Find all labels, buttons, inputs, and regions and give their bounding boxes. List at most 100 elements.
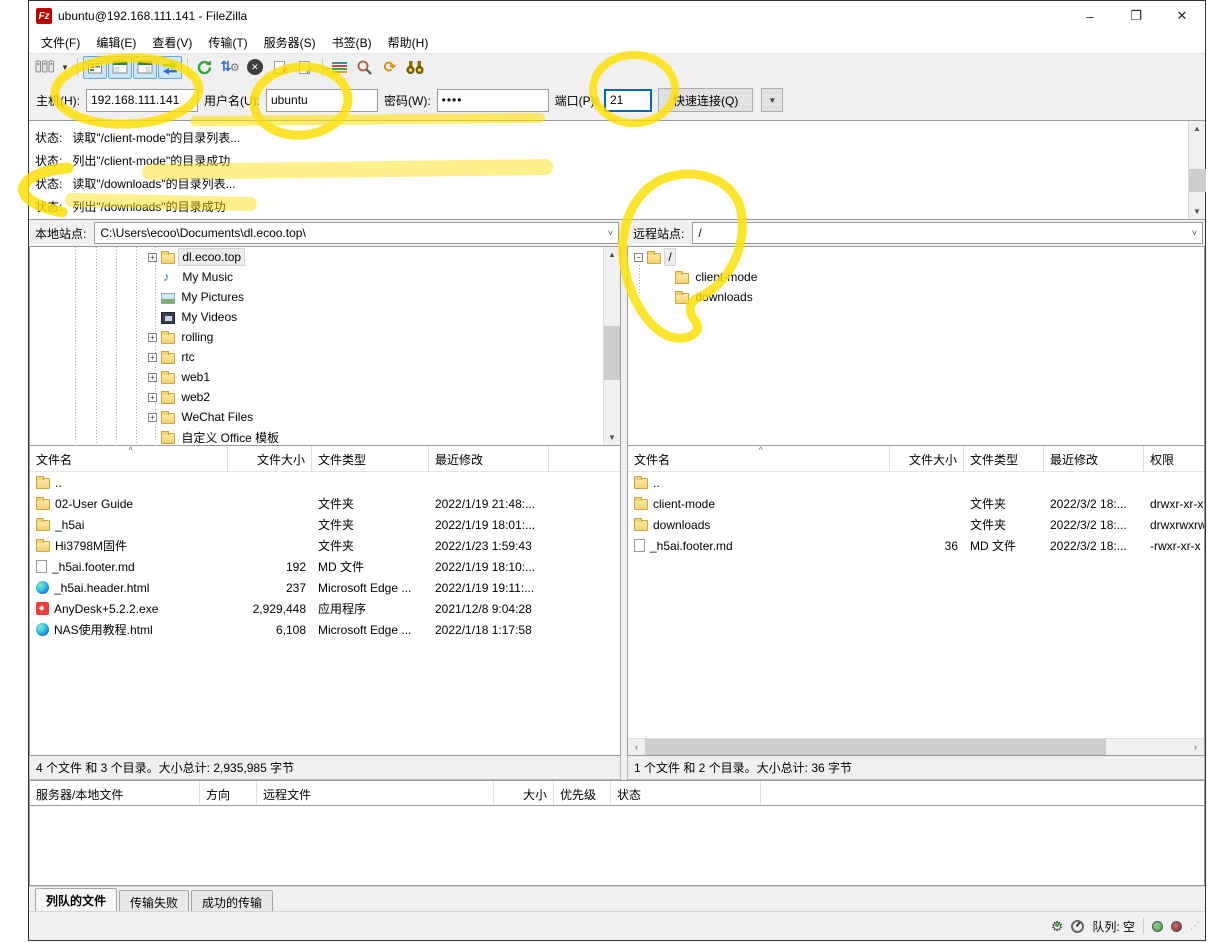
process-queue-icon[interactable]: ⇅⚙ — [218, 56, 242, 79]
remote-tree-item[interactable]: − / — [628, 247, 1204, 267]
tree-expander-icon[interactable]: − — [634, 253, 643, 262]
file-row[interactable]: NAS使用教程.html 6,108 Microsoft Edge ... 20… — [30, 619, 620, 640]
local-tree-item[interactable]: + web1 — [30, 367, 620, 387]
tree-expander-icon[interactable]: + — [148, 333, 157, 342]
file-row[interactable]: _h5ai.footer.md 192 MD 文件 2022/1/19 18:1… — [30, 556, 620, 577]
column-header-filetype[interactable]: 文件类型 — [312, 446, 429, 471]
queue-tab[interactable]: 传输失败 — [119, 890, 189, 911]
remote-tree-item[interactable]: downloads — [628, 287, 1204, 307]
tree-expander-icon[interactable]: + — [148, 353, 157, 362]
reconnect-icon[interactable]: ✓ — [293, 56, 317, 79]
local-tree-item[interactable]: + web2 — [30, 387, 620, 407]
disconnect-icon[interactable]: ✕ — [268, 56, 292, 79]
queue-col-direction[interactable]: 方向 — [200, 781, 257, 805]
remote-site-combo[interactable]: / ˅ — [692, 222, 1203, 244]
menu-item[interactable]: 查看(V) — [144, 32, 200, 53]
toggle-transfer-queue-icon[interactable] — [158, 56, 182, 79]
file-modified: 2022/1/19 18:01:... — [429, 518, 549, 532]
queue-col-priority[interactable]: 优先级 — [554, 781, 611, 805]
queue-col-remote-file[interactable]: 远程文件 — [257, 781, 494, 805]
toggle-local-tree-icon[interactable] — [108, 56, 132, 79]
queue-tab[interactable]: 成功的传输 — [191, 890, 273, 911]
log-scrollbar[interactable]: ▲ ▼ — [1188, 121, 1205, 219]
filter-icon[interactable] — [328, 56, 352, 79]
site-manager-dropdown-icon[interactable]: ▼ — [58, 63, 72, 72]
local-tree-item[interactable]: + rolling — [30, 327, 620, 347]
local-tree-item[interactable]: + WeChat Files — [30, 407, 620, 427]
quickconnect-button[interactable]: 快速连接(Q) — [658, 88, 753, 112]
speed-limit-dial-icon[interactable] — [1071, 920, 1084, 933]
tree-expander-icon[interactable]: + — [148, 373, 157, 382]
menu-item[interactable]: 文件(F) — [33, 32, 88, 53]
file-row[interactable]: _h5ai.header.html 237 Microsoft Edge ...… — [30, 577, 620, 598]
chevron-down-icon[interactable]: ˅ — [1186, 228, 1197, 238]
site-manager-icon[interactable] — [33, 56, 57, 79]
local-tree-scrollbar[interactable]: ▲ ▼ — [603, 247, 620, 445]
refresh-icon[interactable] — [193, 56, 217, 79]
tree-expander-icon[interactable]: + — [148, 413, 157, 422]
local-tree-item[interactable]: My Music — [30, 267, 620, 287]
column-header-filesize[interactable]: 文件大小 — [228, 446, 312, 471]
remote-tree-item[interactable]: client-mode — [628, 267, 1204, 287]
tree-expander-icon[interactable]: + — [148, 393, 157, 402]
synchronized-browsing-icon[interactable]: ⟳ — [378, 56, 402, 79]
tree-item-icon — [161, 253, 175, 264]
local-tree-item[interactable]: 自定义 Office 模板 — [30, 427, 620, 446]
menu-item[interactable]: 传输(T) — [200, 32, 255, 53]
maximize-button[interactable]: ❐ — [1113, 1, 1159, 31]
scroll-up-icon[interactable]: ▲ — [1189, 121, 1206, 136]
local-site-combo[interactable]: C:\Users\ecoo\Documents\dl.ecoo.top\ ˅ — [94, 222, 619, 244]
file-row[interactable]: AnyDesk+5.2.2.exe 2,929,448 应用程序 2021/12… — [30, 598, 620, 619]
toggle-remote-tree-icon[interactable] — [133, 56, 157, 79]
local-tree-item[interactable]: My Videos — [30, 307, 620, 327]
password-input[interactable]: •••• — [437, 89, 549, 112]
menu-item[interactable]: 帮助(H) — [380, 32, 437, 53]
resize-grip[interactable]: ⋰ — [1190, 921, 1199, 932]
menu-item[interactable]: 书签(B) — [324, 32, 380, 53]
column-header-filetype[interactable]: 文件类型 — [964, 446, 1044, 471]
local-tree-item[interactable]: + rtc — [30, 347, 620, 367]
scroll-right-icon[interactable]: › — [1187, 742, 1204, 752]
tree-expander-icon[interactable]: + — [148, 253, 157, 262]
directory-comparison-icon[interactable] — [353, 56, 377, 79]
column-header-filename[interactable]: ^文件名 — [628, 446, 890, 471]
file-modified: 2022/1/23 1:59:43 — [429, 539, 549, 553]
username-input[interactable]: ubuntu — [266, 89, 378, 112]
remote-list-hscrollbar[interactable]: ‹ › — [628, 738, 1204, 755]
minimize-button[interactable]: – — [1067, 1, 1113, 31]
port-input[interactable]: 21 — [604, 89, 652, 112]
scroll-left-icon[interactable]: ‹ — [628, 742, 645, 752]
file-row[interactable]: client-mode 文件夹 2022/3/2 18:... drwxr-xr… — [628, 493, 1204, 514]
queue-col-size[interactable]: 大小 — [494, 781, 554, 805]
host-input[interactable]: 192.168.111.141 — [86, 89, 198, 112]
queue-col-status[interactable]: 状态 — [611, 781, 761, 805]
find-files-icon[interactable] — [403, 56, 427, 79]
scroll-up-icon[interactable]: ▲ — [604, 247, 621, 262]
column-header-modified[interactable]: 最近修改 — [1044, 446, 1144, 471]
local-tree-item[interactable]: My Pictures — [30, 287, 620, 307]
column-header-filename[interactable]: ^文件名 — [30, 446, 228, 471]
cancel-icon[interactable]: ✕ — [243, 56, 267, 79]
menu-item[interactable]: 服务器(S) — [256, 32, 324, 53]
chevron-down-icon[interactable]: ˅ — [602, 228, 613, 238]
quickconnect-dropdown-icon[interactable]: ▼ — [761, 88, 783, 112]
file-row[interactable]: 02-User Guide 文件夹 2022/1/19 21:48:... — [30, 493, 620, 514]
scroll-down-icon[interactable]: ▼ — [604, 430, 621, 445]
scroll-down-icon[interactable]: ▼ — [1189, 204, 1206, 219]
file-row[interactable]: .. — [30, 472, 620, 493]
local-tree-item[interactable]: + dl.ecoo.top — [30, 247, 620, 267]
auto-transfer-gear-icon[interactable]: ⚙ — [1051, 918, 1064, 935]
column-header-modified[interactable]: 最近修改 — [429, 446, 549, 471]
menu-item[interactable]: 编辑(E) — [88, 32, 144, 53]
queue-col-server-local[interactable]: 服务器/本地文件 — [30, 781, 200, 805]
file-row[interactable]: Hi3798M固件 文件夹 2022/1/23 1:59:43 — [30, 535, 620, 556]
file-row[interactable]: downloads 文件夹 2022/3/2 18:... drwxrwxrwx — [628, 514, 1204, 535]
column-header-permissions[interactable]: 权限 — [1144, 446, 1204, 471]
column-header-filesize[interactable]: 文件大小 — [890, 446, 964, 471]
toggle-message-log-icon[interactable] — [83, 56, 107, 79]
file-row[interactable]: _h5ai 文件夹 2022/1/19 18:01:... — [30, 514, 620, 535]
close-button[interactable]: ✕ — [1159, 1, 1205, 31]
queue-tab[interactable]: 列队的文件 — [35, 888, 117, 911]
file-row[interactable]: _h5ai.footer.md 36 MD 文件 2022/3/2 18:...… — [628, 535, 1204, 556]
file-row[interactable]: .. — [628, 472, 1204, 493]
